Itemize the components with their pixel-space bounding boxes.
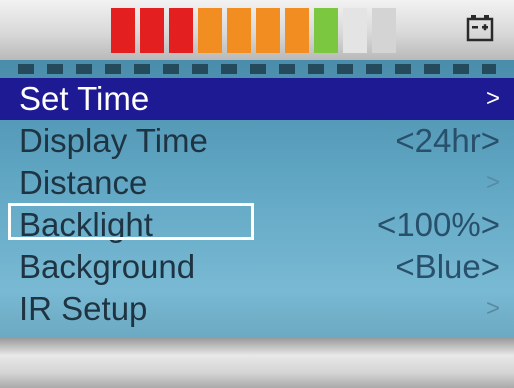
level-segment	[314, 8, 338, 53]
menu-item-set-time[interactable]: Set Time >	[0, 78, 514, 120]
device-screen: Set Time > Display Time <24hr> Distance …	[0, 0, 514, 388]
level-segment	[256, 8, 280, 53]
bottom-bar	[0, 338, 514, 388]
menu-item-label: Set Time	[19, 80, 150, 117]
level-segment	[285, 8, 309, 53]
menu-item-ir-setup[interactable]: IR Setup >	[0, 288, 514, 330]
battery-charging-icon	[466, 15, 494, 42]
separator	[18, 64, 496, 74]
level-segment	[372, 8, 396, 53]
menu-item-label: Background	[19, 248, 196, 285]
level-bar	[111, 8, 396, 53]
focus-outline	[8, 203, 254, 240]
menu-item-label: Distance	[19, 164, 148, 201]
level-segment	[111, 8, 135, 53]
chevron-right-icon: >	[485, 85, 500, 112]
chevron-right-icon: >	[485, 169, 500, 196]
level-segment	[169, 8, 193, 53]
level-segment	[140, 8, 164, 53]
menu-item-value: <100%>	[377, 206, 500, 243]
level-segment	[343, 8, 367, 53]
level-segment	[227, 8, 251, 53]
chevron-right-icon: >	[485, 295, 500, 322]
status-bar	[0, 0, 514, 60]
menu-item-label: Display Time	[19, 122, 208, 159]
menu-item-display-time[interactable]: Display Time <24hr>	[0, 120, 514, 162]
menu-item-label: IR Setup	[19, 290, 148, 327]
menu-item-background[interactable]: Background <Blue>	[0, 246, 514, 288]
level-segment	[198, 8, 222, 53]
menu-item-value: <24hr>	[395, 122, 500, 159]
menu-item-distance[interactable]: Distance >	[0, 162, 514, 204]
menu-item-value: <Blue>	[395, 248, 500, 285]
